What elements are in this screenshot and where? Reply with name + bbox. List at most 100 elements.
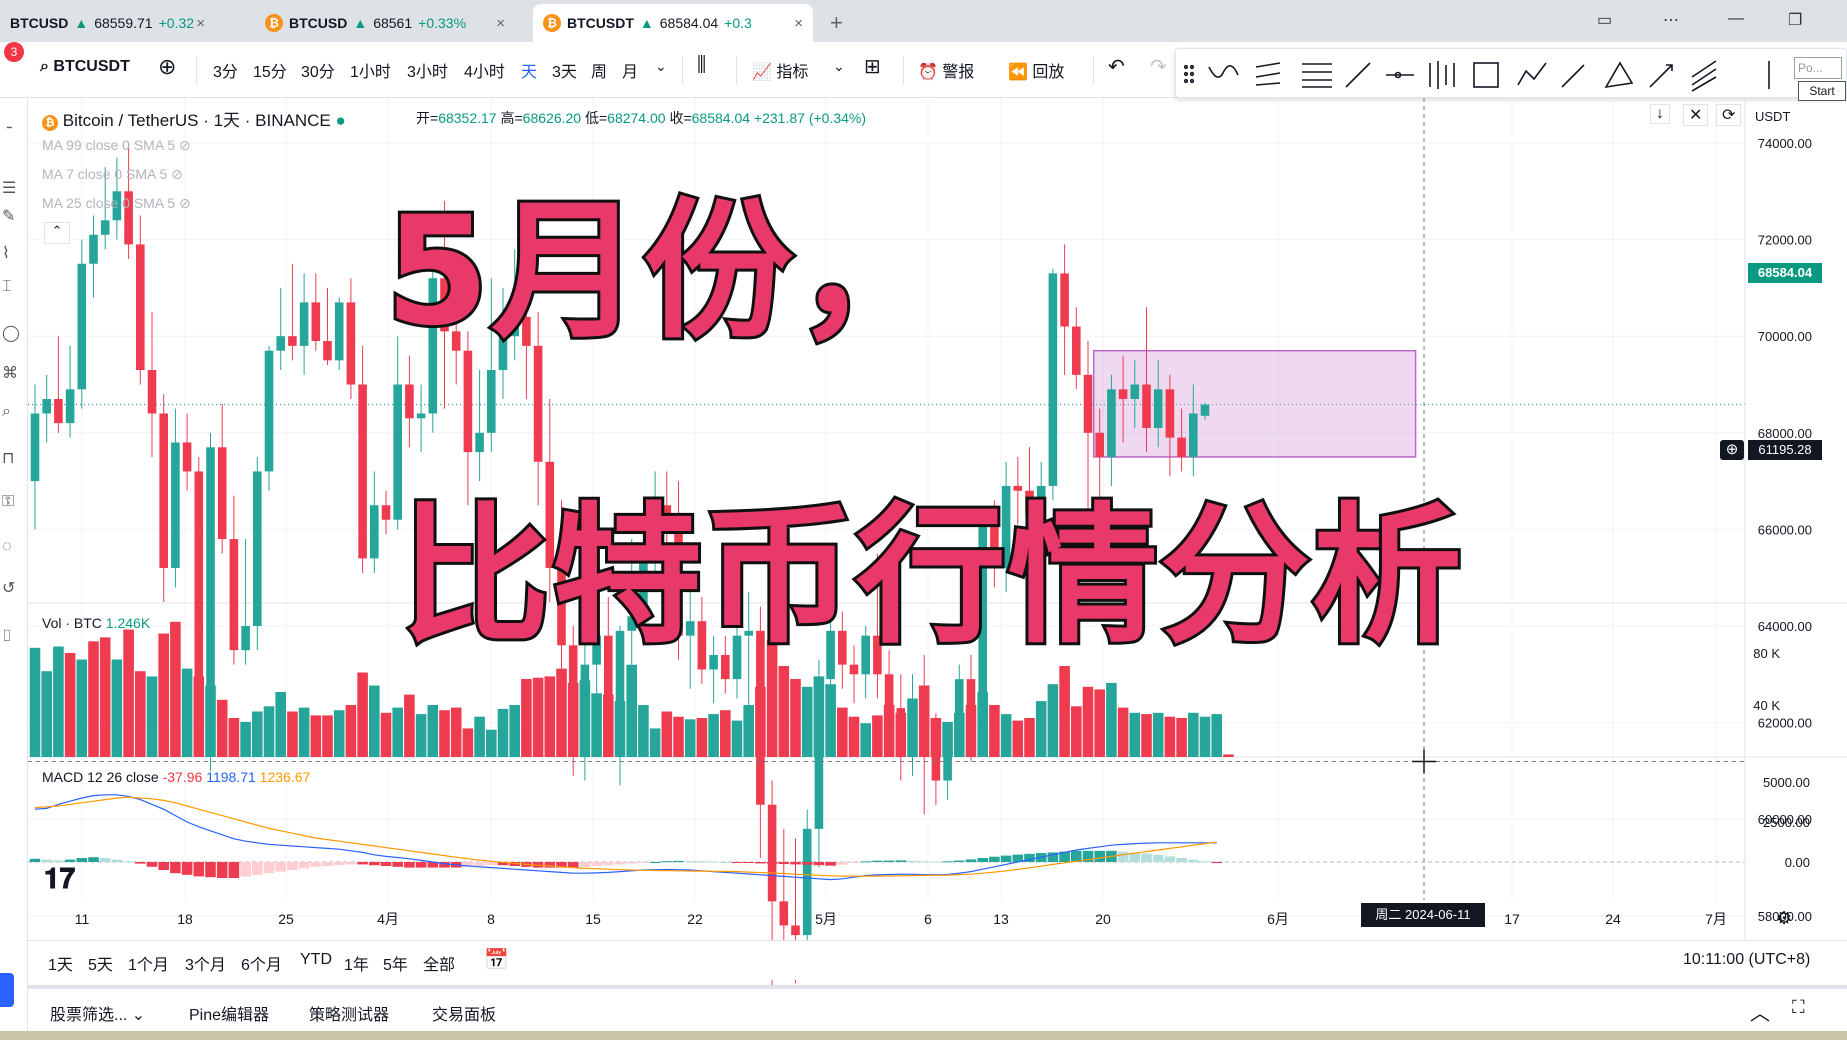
range-6m[interactable]: 6个月 bbox=[241, 951, 282, 975]
range-5y[interactable]: 5年 bbox=[383, 951, 408, 975]
macd-histogram-bar bbox=[872, 860, 883, 862]
stock-screener-tab[interactable]: 股票筛选... ⌄ bbox=[50, 1001, 145, 1025]
range-1m[interactable]: 1个月 bbox=[128, 951, 169, 975]
volume-bar bbox=[848, 716, 860, 757]
ma7-legend[interactable]: MA 7 close 0 SMA 5 ⊘ bbox=[42, 166, 183, 183]
macd-histogram-bar bbox=[240, 862, 251, 877]
range-5d[interactable]: 5天 bbox=[88, 951, 113, 975]
time-tick-label: 24 bbox=[1605, 911, 1621, 927]
volume-bar bbox=[731, 720, 743, 757]
candle-body bbox=[299, 302, 309, 346]
candle-body bbox=[65, 389, 75, 424]
volume-bar bbox=[298, 707, 310, 757]
volume-bar bbox=[1071, 706, 1082, 757]
volume-label: Vol · BTC bbox=[42, 615, 102, 631]
collapse-pane-icon[interactable]: ✕ bbox=[1683, 104, 1709, 126]
open-value: 68352.17 bbox=[438, 110, 497, 126]
add-alert-plus-icon[interactable]: ⊕ bbox=[1720, 440, 1744, 460]
macd-histogram-bar bbox=[369, 862, 380, 866]
macd-histogram-bar bbox=[790, 862, 801, 865]
volume-bar bbox=[813, 676, 825, 757]
macd-signal-value: 1236.67 bbox=[259, 769, 311, 785]
maximize-pane-icon[interactable]: ⟳ bbox=[1716, 104, 1742, 126]
volume-bar bbox=[579, 680, 591, 757]
volume-tick-label: 80 K bbox=[1753, 646, 1780, 661]
currency-label[interactable]: USDT bbox=[1755, 109, 1790, 124]
range-1y[interactable]: 1年 bbox=[344, 951, 369, 975]
time-tick-label: 6月 bbox=[1267, 911, 1289, 927]
volume-bar bbox=[404, 694, 415, 757]
candle-body bbox=[1189, 413, 1198, 457]
range-3m[interactable]: 3个月 bbox=[185, 951, 226, 975]
price-tick-label: 74000.00 bbox=[1758, 136, 1812, 151]
maximize-panel-icon[interactable]: ⛶ bbox=[1792, 997, 1805, 1018]
axis-settings-gear-icon[interactable]: ⚙ bbox=[1776, 908, 1792, 929]
candle-body bbox=[217, 447, 227, 540]
volume-bar bbox=[883, 705, 895, 757]
volume-bar bbox=[1012, 720, 1024, 757]
volume-bar bbox=[521, 679, 532, 757]
candle-body bbox=[1060, 273, 1069, 327]
crosshair-price-label: 61195.28 bbox=[1748, 440, 1822, 460]
timezone-label[interactable]: 10:11:00 (UTC+8) bbox=[1683, 951, 1810, 969]
time-tick-label: 25 bbox=[278, 911, 294, 927]
macd-histogram-bar bbox=[158, 862, 169, 870]
volume-bar bbox=[532, 677, 544, 757]
scroll-down-icon[interactable]: ↓ bbox=[1650, 104, 1670, 124]
eye-off-icon[interactable]: ⊘ bbox=[179, 137, 191, 153]
calendar-goto-icon[interactable]: 📅 bbox=[484, 947, 509, 972]
range-1d[interactable]: 1天 bbox=[48, 951, 73, 975]
macd-histogram-bar bbox=[193, 862, 205, 877]
open-label: 开= bbox=[416, 110, 439, 126]
macd-histogram-bar bbox=[720, 862, 731, 863]
macd-histogram-bar bbox=[252, 862, 263, 875]
pine-editor-tab[interactable]: Pine编辑器 bbox=[189, 1001, 269, 1025]
trading-panel-tab[interactable]: 交易面板 bbox=[432, 1001, 496, 1025]
change-value: +231.87 (+0.34%) bbox=[753, 110, 867, 126]
chevron-up-icon[interactable]: ︿ bbox=[1750, 997, 1770, 1026]
macd-histogram-bar bbox=[263, 862, 275, 874]
volume-bar bbox=[322, 715, 333, 757]
macd-histogram-bar bbox=[1211, 862, 1222, 863]
candle-body bbox=[475, 432, 484, 453]
time-tick-label: 4月 bbox=[377, 911, 399, 927]
candle-body bbox=[791, 925, 800, 936]
time-tick-label: 15 bbox=[585, 911, 601, 927]
tradingview-logo[interactable]: 𝟏𝟕 bbox=[44, 862, 75, 896]
macd-histogram-bar bbox=[404, 862, 415, 868]
volume-bar bbox=[427, 705, 439, 757]
candle-body bbox=[1165, 389, 1175, 438]
candle-body bbox=[77, 263, 87, 390]
candle-body bbox=[159, 413, 168, 569]
volume-bar bbox=[837, 707, 848, 757]
macd-histogram-bar bbox=[603, 862, 614, 866]
low-value: 68274.00 bbox=[607, 110, 666, 126]
macd-histogram-bar bbox=[848, 862, 860, 863]
range-ytd[interactable]: YTD bbox=[300, 951, 332, 969]
time-tick-label: 8 bbox=[487, 911, 495, 927]
macd-histogram-bar bbox=[287, 862, 298, 870]
volume-bar bbox=[41, 671, 52, 757]
macd-histogram-bar bbox=[614, 862, 626, 865]
strategy-tester-tab[interactable]: 策略测试器 bbox=[309, 1001, 389, 1025]
eye-off-icon[interactable]: ⊘ bbox=[171, 166, 183, 182]
eye-off-icon[interactable]: ⊘ bbox=[179, 195, 191, 211]
macd-histogram-bar bbox=[146, 862, 158, 867]
chevron-down-icon[interactable]: ⌄ bbox=[132, 1007, 145, 1024]
macd-histogram-bar bbox=[474, 862, 485, 866]
ma99-legend[interactable]: MA 99 close 0 SMA 5 ⊘ bbox=[42, 137, 191, 154]
macd-histogram-bar bbox=[813, 862, 825, 866]
candle-body bbox=[487, 370, 496, 433]
volume-bar bbox=[591, 693, 602, 757]
collapse-legend-icon[interactable]: ⌃ bbox=[44, 222, 70, 244]
ma25-legend[interactable]: MA 25 close 0 SMA 5 ⊘ bbox=[42, 195, 191, 212]
candle-body bbox=[136, 244, 145, 371]
price-tick-label: 66000.00 bbox=[1758, 522, 1812, 537]
price-tick-label: 72000.00 bbox=[1758, 233, 1812, 248]
volume-legend[interactable]: Vol · BTC 1.246K bbox=[42, 615, 150, 631]
volume-bar bbox=[567, 682, 579, 757]
macd-histogram-bar bbox=[1117, 851, 1129, 862]
macd-legend[interactable]: MACD 12 26 close -37.96 1198.71 1236.67 bbox=[42, 769, 310, 785]
volume-bar bbox=[170, 621, 181, 757]
range-all[interactable]: 全部 bbox=[423, 951, 455, 975]
